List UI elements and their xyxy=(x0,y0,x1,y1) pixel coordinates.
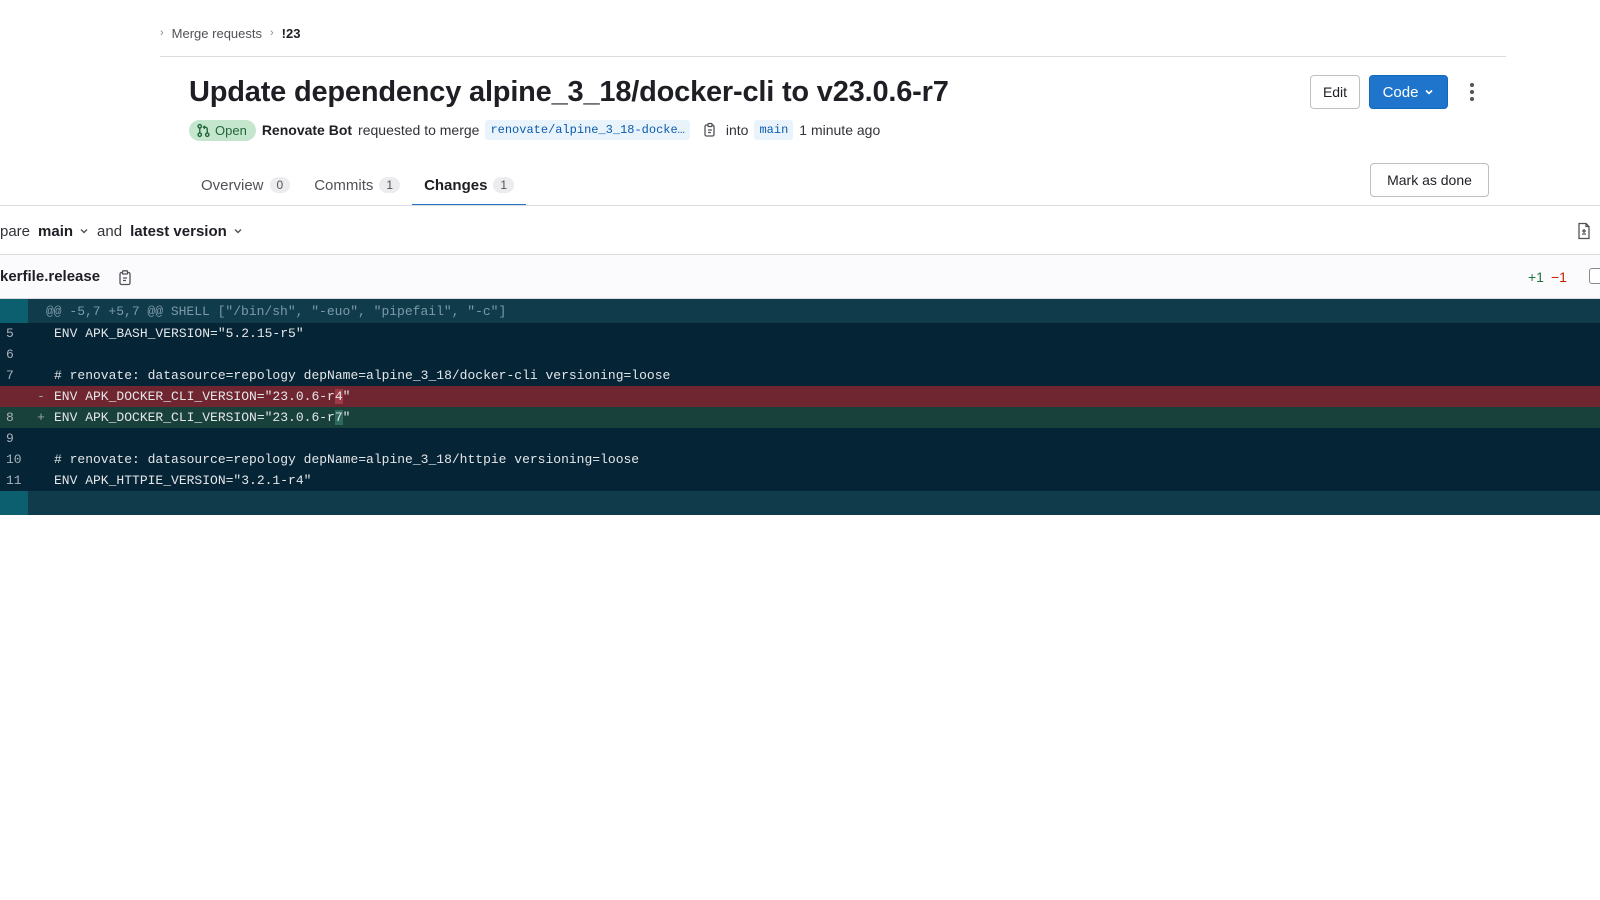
target-branch[interactable]: main xyxy=(754,120,794,140)
line-number xyxy=(0,299,28,323)
into-text: into xyxy=(725,122,749,138)
tab-count: 1 xyxy=(493,177,515,193)
more-actions-icon[interactable] xyxy=(1462,80,1482,104)
deletions-count: −1 xyxy=(1551,269,1567,285)
diff-line-text: # renovate: datasource=repology depName=… xyxy=(54,452,640,467)
head-version-label: latest version xyxy=(130,222,227,240)
tab-commits[interactable]: Commits 1 xyxy=(302,164,412,206)
diff-text-changed: 4 xyxy=(334,389,343,404)
line-number xyxy=(0,491,28,515)
tabs-divider xyxy=(0,205,1600,206)
diff-line-added: 8 + ENV APK_DOCKER_CLI_VERSION="23.0.6-r… xyxy=(0,407,1600,428)
merge-request-icon xyxy=(197,123,210,137)
breadcrumb: › Merge requests › !23 xyxy=(160,24,300,42)
mark-as-done-button[interactable]: Mark as done xyxy=(1370,163,1489,197)
tab-changes[interactable]: Changes 1 xyxy=(412,164,527,206)
requested-text: requested to merge xyxy=(358,122,480,138)
line-number[interactable]: 6 xyxy=(0,344,28,365)
code-button[interactable]: Code xyxy=(1369,75,1448,109)
compare-prefix: pare xyxy=(0,222,31,240)
timestamp: 1 minute ago xyxy=(799,122,881,138)
diff-line: 7 # renovate: datasource=repology depNam… xyxy=(0,365,1600,386)
line-number[interactable]: 10 xyxy=(0,449,28,470)
author-link[interactable]: Renovate Bot xyxy=(262,122,352,138)
tab-overview[interactable]: Overview 0 xyxy=(189,164,302,206)
diff-line: 5 ENV APK_BASH_VERSION="5.2.15-r5" xyxy=(0,323,1600,344)
line-number[interactable]: 9 xyxy=(0,428,28,449)
line-number[interactable]: 7 xyxy=(0,365,28,386)
chevron-down-icon xyxy=(1425,89,1433,95)
mr-meta: Open Renovate Bot requested to merge ren… xyxy=(189,118,880,142)
diff-line-removed: - ENV APK_DOCKER_CLI_VERSION="23.0.6-r4" xyxy=(0,386,1600,407)
copy-file-path-icon[interactable] xyxy=(117,269,133,287)
diff-line: 10 # renovate: datasource=repology depNa… xyxy=(0,449,1600,470)
header-divider xyxy=(160,56,1506,57)
head-version-dropdown[interactable]: latest version xyxy=(130,223,243,240)
diff-text-changed: 7 xyxy=(334,410,343,425)
tab-label: Commits xyxy=(314,176,374,194)
diff-line: 11 ENV APK_HTTPIE_VERSION="3.2.1-r4" xyxy=(0,470,1600,491)
diff-line-text: ENV APK_DOCKER_CLI_VERSION="23.0.6-r7" xyxy=(54,410,350,425)
diff-line-text: ENV APK_BASH_VERSION="5.2.15-r5" xyxy=(54,326,304,341)
copy-branch-icon[interactable] xyxy=(702,122,718,138)
line-number[interactable]: 5 xyxy=(0,323,28,344)
chevron-right-icon: › xyxy=(160,27,164,39)
diff-text-pre: ENV APK_DOCKER_CLI_VERSION="23.0.6-r xyxy=(54,410,335,425)
diff-text-post: " xyxy=(342,389,351,404)
file-header: kerfile.release +1 −1 xyxy=(0,255,1600,299)
diff-line-text: ENV APK_DOCKER_CLI_VERSION="23.0.6-r4" xyxy=(54,389,350,404)
expand-lines-row[interactable] xyxy=(0,491,1600,515)
viewed-checkbox[interactable] xyxy=(1589,268,1600,284)
compare-and-text: and xyxy=(97,222,123,240)
diff-text-post: " xyxy=(342,410,351,425)
breadcrumb-current[interactable]: !23 xyxy=(282,26,301,41)
page-title: Update dependency alpine_3_18/docker-cli… xyxy=(189,76,949,108)
hunk-header: @@ -5,7 +5,7 @@ SHELL ["/bin/sh", "-euo"… xyxy=(0,299,1600,323)
chevron-right-icon: › xyxy=(270,27,274,39)
diff-line: 9 xyxy=(0,428,1600,449)
diff-sign: - xyxy=(37,389,45,404)
status-badge-label: Open xyxy=(215,122,247,138)
chevron-down-icon xyxy=(234,229,242,234)
base-version-dropdown[interactable]: main xyxy=(38,223,89,240)
diff-line: 6 xyxy=(0,344,1600,365)
line-number[interactable] xyxy=(0,386,28,407)
tab-count: 0 xyxy=(269,177,291,193)
code-button-label: Code xyxy=(1382,83,1419,101)
status-badge: Open xyxy=(189,119,256,141)
additions-count: +1 xyxy=(1528,269,1544,285)
source-branch[interactable]: renovate/alpine_3_18-docke… xyxy=(485,120,690,140)
edit-button[interactable]: Edit xyxy=(1310,75,1360,109)
tab-count: 1 xyxy=(379,177,401,193)
file-tree-icon[interactable] xyxy=(1576,222,1592,240)
base-version-label: main xyxy=(38,222,74,240)
hunk-header-text: @@ -5,7 +5,7 @@ SHELL ["/bin/sh", "-euo"… xyxy=(46,303,507,319)
diff-text-pre: ENV APK_DOCKER_CLI_VERSION="23.0.6-r xyxy=(54,389,335,404)
tab-label: Overview xyxy=(201,176,264,194)
line-number[interactable]: 8 xyxy=(0,407,28,428)
file-name[interactable]: kerfile.release xyxy=(0,268,100,285)
mr-tabs: Overview 0 Commits 1 Changes 1 xyxy=(189,164,527,206)
tab-label: Changes xyxy=(424,176,488,194)
compare-bar: pare main and latest version xyxy=(0,218,243,244)
diff-line-text: # renovate: datasource=repology depName=… xyxy=(54,368,671,383)
breadcrumb-merge-requests[interactable]: Merge requests xyxy=(172,26,262,41)
line-number[interactable]: 11 xyxy=(0,470,28,491)
diff-line-text: ENV APK_HTTPIE_VERSION="3.2.1-r4" xyxy=(54,473,312,488)
diff-view: @@ -5,7 +5,7 @@ SHELL ["/bin/sh", "-euo"… xyxy=(0,299,1600,515)
diff-sign: + xyxy=(37,410,45,425)
chevron-down-icon xyxy=(80,229,88,234)
